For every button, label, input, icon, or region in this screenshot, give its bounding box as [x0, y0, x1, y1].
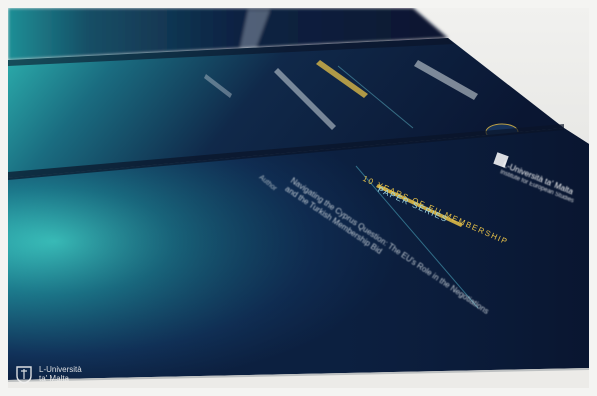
photo-frame: 10 YEARS OF EU MEMBERSHIP PAPER SERIES N…: [8, 8, 589, 388]
watermark: L-Università ta' Malta: [14, 364, 82, 384]
watermark-line2: ta' Malta: [39, 374, 69, 383]
watermark-line1: L-Università: [39, 365, 82, 374]
photo-scene: 10 YEARS OF EU MEMBERSHIP PAPER SERIES N…: [0, 0, 597, 396]
university-crest-icon: [16, 366, 32, 384]
